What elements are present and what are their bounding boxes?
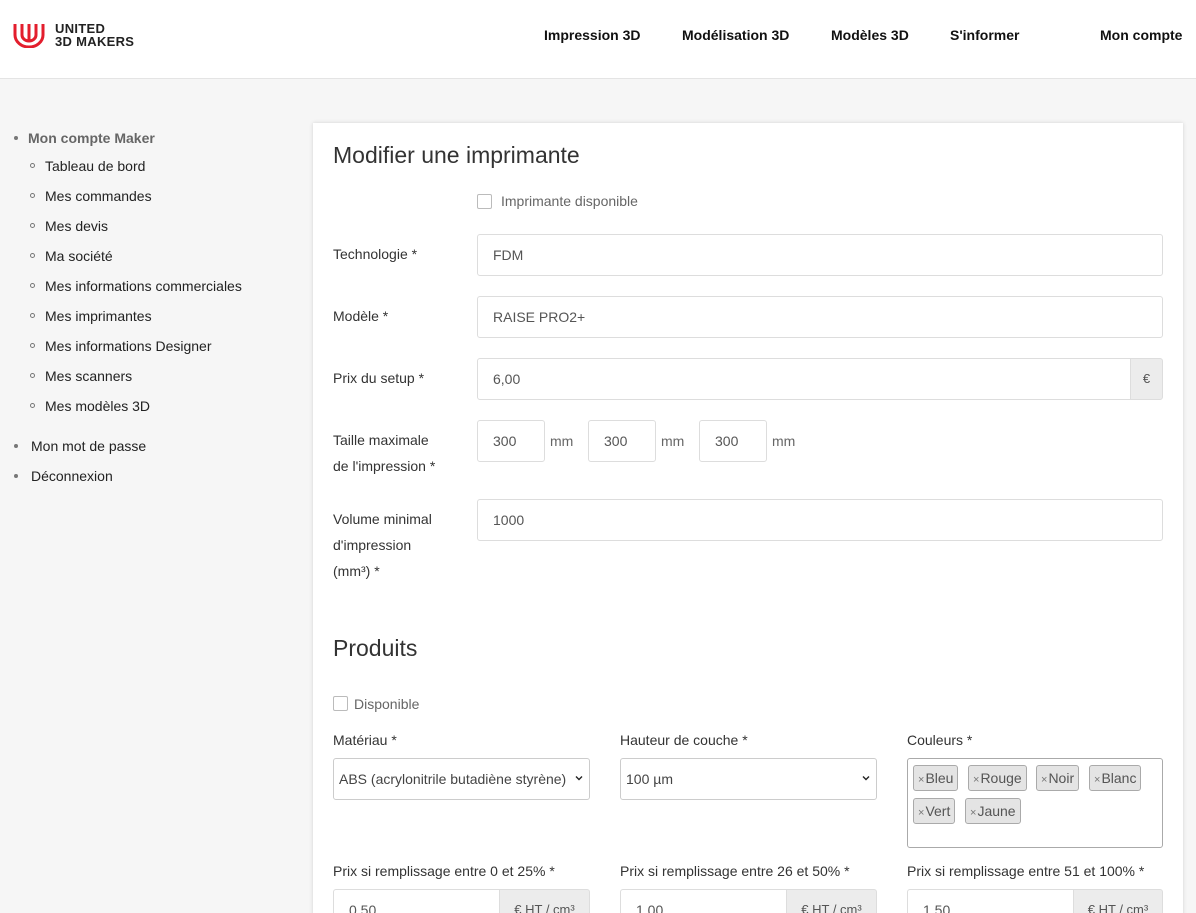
setup-price-label: Prix du setup * — [333, 370, 425, 386]
min-volume-input[interactable]: 1000 — [477, 499, 1163, 541]
chevron-down-icon — [862, 776, 870, 781]
sidebar-item-mes-imprimantes[interactable]: Mes imprimantes — [45, 308, 152, 324]
color-tag-rouge[interactable]: ×Rouge — [968, 765, 1027, 791]
brand-logo[interactable]: UNITED 3D MAKERS — [13, 22, 134, 48]
nav-mon-compte[interactable]: Mon compte — [1100, 27, 1182, 43]
min-volume-label-line-2: d'impression — [333, 537, 412, 553]
remove-icon[interactable]: × — [973, 774, 979, 786]
max-size-z-input[interactable]: 300 — [699, 420, 767, 462]
price-fill-0-25-label: Prix si remplissage entre 0 et 25% * — [333, 863, 555, 879]
product-available-label: Disponible — [354, 696, 420, 712]
nav-modeles-3d[interactable]: Modèles 3D — [831, 27, 909, 43]
min-volume-label-line-3: (mm³) * — [333, 563, 380, 579]
color-tag-noir[interactable]: ×Noir — [1036, 765, 1080, 791]
bullet-icon — [30, 223, 35, 228]
header: UNITED 3D MAKERS Impression 3D Modélisat… — [0, 0, 1196, 79]
color-tag-label: Jaune — [977, 803, 1016, 819]
material-select[interactable]: ABS (acrylonitrile butadiène styrène) — [333, 758, 590, 800]
price-fill-51-100-unit: € HT / cm³ — [1073, 889, 1163, 913]
remove-icon[interactable]: × — [1041, 774, 1047, 786]
color-tag-bleu[interactable]: ×Bleu — [913, 765, 959, 791]
price-fill-26-50-unit: € HT / cm³ — [786, 889, 877, 913]
united-3d-makers-logo-icon — [13, 24, 45, 48]
color-tag-blanc[interactable]: ×Blanc — [1089, 765, 1142, 791]
bullet-icon — [30, 373, 35, 378]
price-fill-51-100-label: Prix si remplissage entre 51 et 100% * — [907, 863, 1145, 879]
nav-modelisation-3d[interactable]: Modélisation 3D — [682, 27, 789, 43]
material-label: Matériau * — [333, 732, 397, 748]
bullet-icon — [30, 253, 35, 258]
max-size-z-unit: mm — [772, 433, 796, 449]
bullet-icon — [30, 313, 35, 318]
color-tag-label: Rouge — [980, 770, 1022, 786]
nav-impression-3d[interactable]: Impression 3D — [544, 27, 640, 43]
max-size-label-line-2: de l'impression * — [333, 458, 436, 474]
max-size-x-input[interactable]: 300 — [477, 420, 545, 462]
page-title: Modifier une imprimante — [333, 142, 580, 168]
product-available-checkbox[interactable] — [333, 696, 348, 711]
min-volume-label-line-1: Volume minimal — [333, 511, 432, 527]
color-tag-label: Vert — [925, 803, 951, 819]
sidebar-item-mes-commandes[interactable]: Mes commandes — [45, 188, 152, 204]
price-fill-26-50-input[interactable]: 1,00 — [620, 889, 787, 913]
bullet-icon — [30, 283, 35, 288]
colors-multiselect[interactable]: ×Bleu ×Rouge ×Noir ×Blanc ×Vert ×Jaune — [907, 758, 1163, 848]
colors-label: Couleurs * — [907, 732, 973, 748]
max-size-x-unit: mm — [550, 433, 574, 449]
setup-price-input[interactable]: 6,00 — [477, 358, 1131, 400]
remove-icon[interactable]: × — [970, 807, 976, 819]
brand-name: UNITED 3D MAKERS — [55, 22, 134, 48]
bullet-icon — [30, 343, 35, 348]
remove-icon[interactable]: × — [918, 774, 924, 786]
bullet-icon — [14, 474, 18, 478]
sidebar-item-mes-modeles-3d[interactable]: Mes modèles 3D — [45, 398, 150, 414]
price-fill-0-25-unit: € HT / cm³ — [499, 889, 590, 913]
nav-s-informer[interactable]: S'informer — [950, 27, 1019, 43]
max-size-y-input[interactable]: 300 — [588, 420, 656, 462]
technology-label: Technologie * — [333, 246, 418, 262]
sidebar-item-deconnexion[interactable]: Déconnexion — [31, 468, 113, 484]
sidebar-item-mes-scanners[interactable]: Mes scanners — [45, 368, 132, 384]
sidebar-item-mes-informations-designer[interactable]: Mes informations Designer — [45, 338, 212, 354]
color-tag-label: Noir — [1048, 770, 1075, 786]
max-size-y-unit: mm — [661, 433, 685, 449]
bullet-icon — [14, 444, 18, 448]
color-tag-vert[interactable]: ×Vert — [913, 798, 956, 824]
sidebar-item-ma-societe[interactable]: Ma société — [45, 248, 113, 264]
printer-available-label: Imprimante disponible — [501, 193, 638, 209]
technology-input[interactable]: FDM — [477, 234, 1163, 276]
printer-available-checkbox[interactable] — [477, 194, 492, 209]
sidebar-item-tableau-de-bord[interactable]: Tableau de bord — [45, 158, 145, 174]
bullet-icon — [30, 403, 35, 408]
setup-price-currency: € — [1130, 358, 1163, 400]
bullet-icon — [14, 136, 18, 140]
bullet-icon — [30, 193, 35, 198]
brand-line-2: 3D MAKERS — [55, 34, 135, 49]
layer-height-label: Hauteur de couche * — [620, 732, 748, 748]
sidebar-item-mon-mot-de-passe[interactable]: Mon mot de passe — [31, 438, 146, 454]
layer-height-select[interactable]: 100 µm — [620, 758, 877, 800]
color-tag-jaune[interactable]: ×Jaune — [965, 798, 1021, 824]
model-label: Modèle * — [333, 308, 389, 324]
sidebar-section-mon-compte-maker[interactable]: Mon compte Maker — [28, 130, 155, 146]
sidebar-item-mes-devis[interactable]: Mes devis — [45, 218, 108, 234]
price-fill-0-25-input[interactable]: 0,50 — [333, 889, 500, 913]
printer-form-card: Modifier une imprimante Imprimante dispo… — [313, 123, 1183, 913]
color-tag-label: Bleu — [925, 770, 954, 786]
bullet-icon — [30, 163, 35, 168]
max-size-label-line-1: Taille maximale — [333, 432, 429, 448]
products-title: Produits — [333, 635, 418, 661]
material-selected-value: ABS (acrylonitrile butadiène styrène) — [339, 771, 567, 787]
remove-icon[interactable]: × — [918, 807, 924, 819]
sidebar-item-mes-informations-commerciales[interactable]: Mes informations commerciales — [45, 278, 242, 294]
price-fill-26-50-label: Prix si remplissage entre 26 et 50% * — [620, 863, 850, 879]
chevron-down-icon — [575, 776, 583, 781]
layer-height-selected-value: 100 µm — [626, 771, 673, 787]
model-input[interactable]: RAISE PRO2+ — [477, 296, 1163, 338]
price-fill-51-100-input[interactable]: 1,50 — [907, 889, 1074, 913]
remove-icon[interactable]: × — [1094, 774, 1100, 786]
color-tag-label: Blanc — [1101, 770, 1137, 786]
